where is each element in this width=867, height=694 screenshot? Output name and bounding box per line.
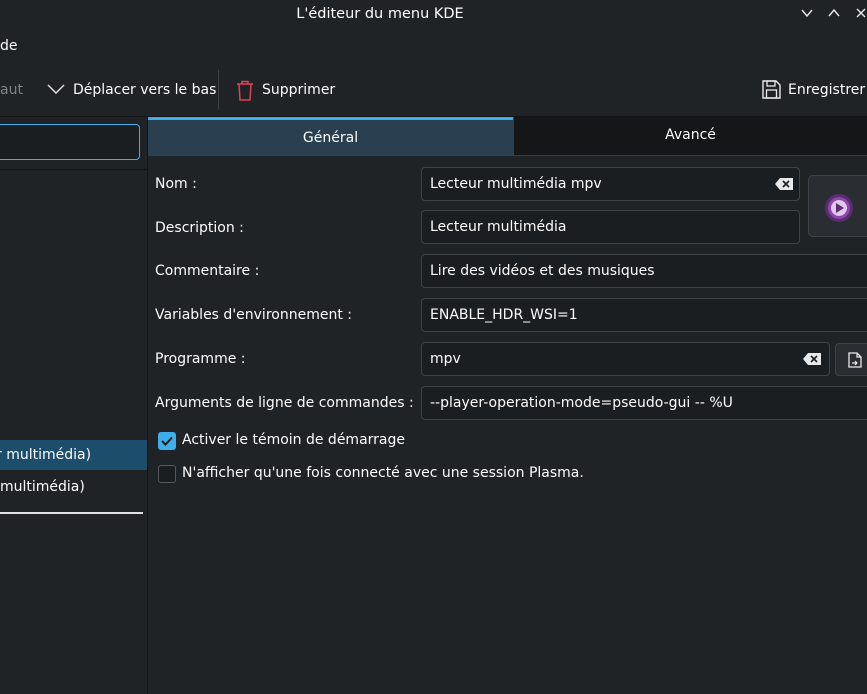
comment-field-value: Lire des vidéos et des musiques bbox=[430, 263, 655, 279]
comment-field[interactable]: Lire des vidéos et des musiques bbox=[421, 254, 867, 288]
env-vars-field-value: ENABLE_HDR_WSI=1 bbox=[430, 307, 578, 323]
arguments-field[interactable]: --player-operation-mode=pseudo-gui -- %U bbox=[421, 386, 867, 420]
trash-icon bbox=[237, 80, 253, 101]
clear-icon[interactable] bbox=[802, 352, 822, 366]
delete-button[interactable]: Supprimer bbox=[262, 82, 335, 98]
description-label: Description : bbox=[155, 220, 244, 236]
tree-item-label: r multimédia) bbox=[0, 447, 92, 463]
tab-general[interactable]: Général bbox=[148, 117, 513, 156]
menu-item-aide[interactable]: de bbox=[0, 38, 18, 54]
close-button[interactable] bbox=[850, 4, 867, 26]
clear-icon[interactable] bbox=[774, 177, 794, 191]
menu-tree-panel: r multimédia) multimédia) bbox=[0, 117, 148, 694]
save-button-icon-wrap[interactable] bbox=[762, 80, 782, 100]
plasma-only-checkbox[interactable] bbox=[158, 465, 176, 483]
tree-drop-indicator bbox=[0, 512, 143, 514]
close-icon bbox=[856, 8, 866, 18]
menu-bar: de bbox=[0, 30, 867, 64]
chevron-up-icon bbox=[828, 8, 840, 17]
browse-program-button[interactable] bbox=[835, 343, 867, 376]
comment-label: Commentaire : bbox=[155, 263, 260, 279]
tab-advanced[interactable]: Avancé bbox=[513, 117, 867, 156]
startup-notify-label[interactable]: Activer le témoin de démarrage bbox=[182, 432, 405, 448]
env-vars-label: Variables d'environnement : bbox=[155, 307, 352, 323]
arguments-field-value: --player-operation-mode=pseudo-gui -- %U bbox=[430, 395, 733, 411]
env-vars-field[interactable]: ENABLE_HDR_WSI=1 bbox=[421, 298, 867, 332]
document-open-icon bbox=[848, 352, 862, 368]
app-icon-button[interactable] bbox=[808, 175, 867, 237]
toolbar-separator bbox=[218, 70, 219, 110]
description-field-value: Lecteur multimédia bbox=[430, 219, 567, 235]
minimize-button[interactable] bbox=[796, 4, 818, 26]
program-label: Programme : bbox=[155, 351, 246, 367]
chevron-down-icon bbox=[801, 9, 813, 18]
move-down-button-icon-wrap[interactable] bbox=[46, 82, 66, 98]
tab-advanced-label: Avancé bbox=[665, 127, 716, 143]
name-label: Nom : bbox=[155, 176, 197, 192]
program-field-value: mpv bbox=[430, 351, 461, 367]
tab-general-label: Général bbox=[302, 130, 359, 146]
checkmark-icon bbox=[161, 436, 173, 446]
program-field[interactable]: mpv bbox=[421, 342, 830, 376]
move-down-button[interactable]: Déplacer vers le bas bbox=[73, 82, 216, 98]
tree-separator bbox=[0, 169, 147, 170]
window-title: L'éditeur du menu KDE bbox=[296, 6, 464, 22]
maximize-button[interactable] bbox=[823, 4, 845, 26]
move-up-button[interactable]: aut bbox=[0, 82, 23, 98]
chevron-down-icon bbox=[47, 84, 65, 94]
save-button[interactable]: Enregistrer bbox=[788, 82, 865, 98]
name-field-value: Lecteur multimédia mpv bbox=[430, 176, 602, 192]
name-field[interactable]: Lecteur multimédia mpv bbox=[421, 167, 800, 201]
startup-notify-checkbox[interactable] bbox=[158, 432, 176, 450]
plasma-only-label[interactable]: N'afficher qu'une fois connecté avec une… bbox=[182, 465, 584, 481]
description-field[interactable]: Lecteur multimédia bbox=[421, 210, 800, 244]
arguments-label: Arguments de ligne de commandes : bbox=[155, 395, 414, 411]
mpv-icon bbox=[825, 194, 853, 222]
save-icon bbox=[762, 80, 781, 99]
delete-button-icon-wrap[interactable] bbox=[236, 80, 254, 102]
search-input[interactable] bbox=[0, 124, 140, 160]
tree-item-label[interactable]: multimédia) bbox=[0, 479, 85, 495]
